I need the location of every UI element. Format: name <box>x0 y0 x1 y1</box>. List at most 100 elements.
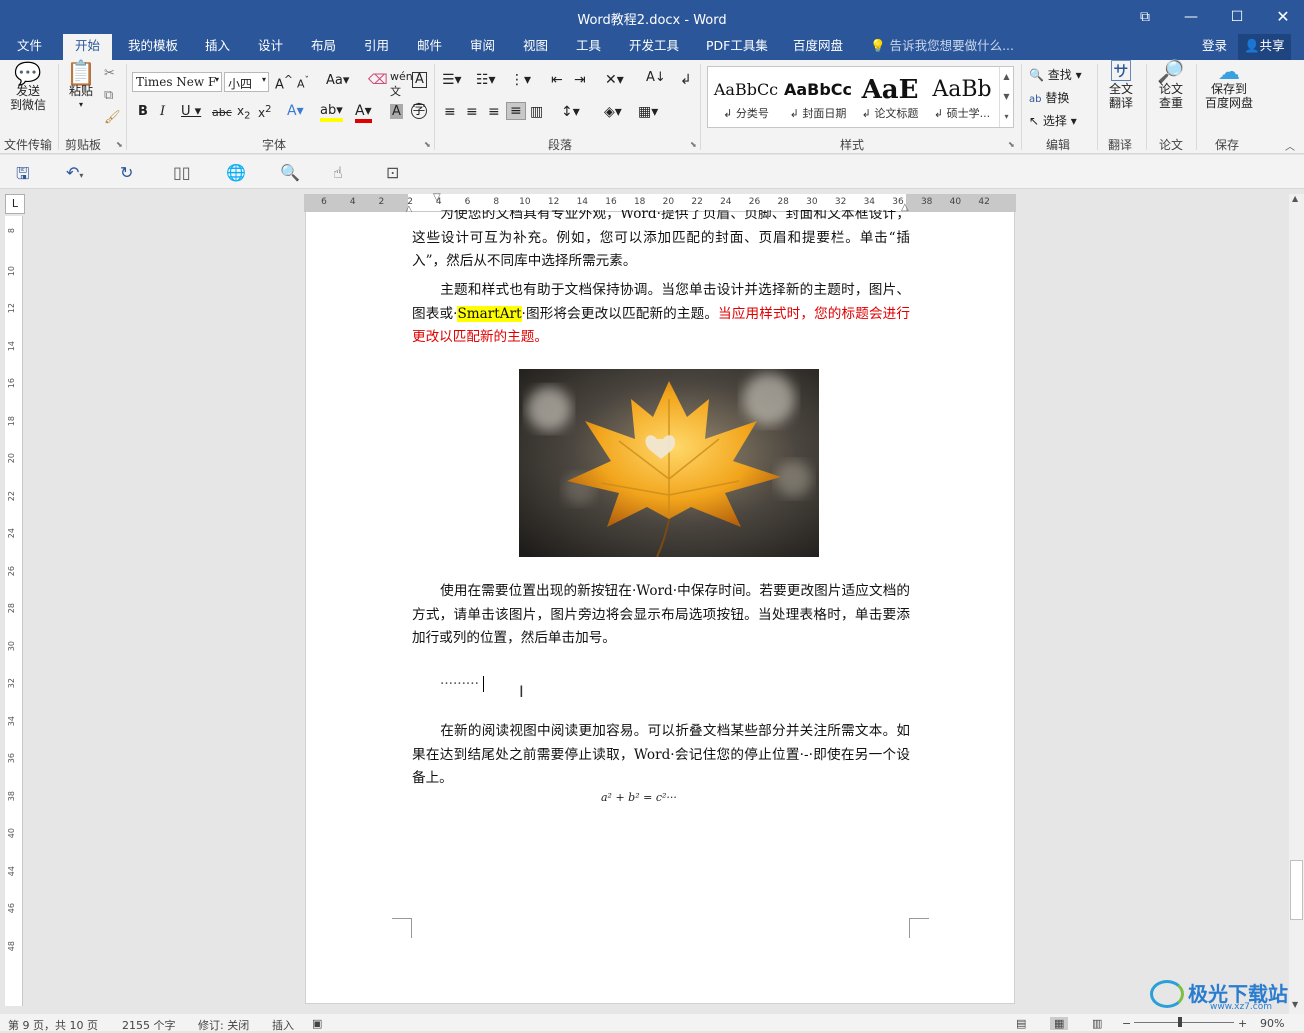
tab-view[interactable]: 视图 <box>523 34 548 60</box>
numbering-icon[interactable]: ☷▾ <box>476 72 496 88</box>
italic-icon[interactable]: I <box>160 104 165 119</box>
borders-icon[interactable]: ▦▾ <box>638 104 658 120</box>
format-painter-icon[interactable]: 🖌 <box>104 110 121 125</box>
full-translate-button[interactable]: 🈂 全文 翻译 <box>1103 62 1139 111</box>
first-line-indent-marker[interactable]: ▽ <box>433 192 441 203</box>
clear-formatting-icon[interactable]: ⌫ <box>368 72 388 88</box>
select-button[interactable]: ↖ 选择 ▾ <box>1029 112 1077 129</box>
copy-icon[interactable]: ⧉ <box>104 88 113 103</box>
paragraph-reading-view[interactable]: 在新的阅读视图中阅读更加容易。可以折叠文档某些部分并关注所需文本。如果在达到结尾… <box>412 720 910 791</box>
read-view-icon[interactable]: ▤ <box>1016 1017 1026 1030</box>
tab-review[interactable]: 审阅 <box>470 34 495 60</box>
tab-tools[interactable]: 工具 <box>576 34 601 60</box>
ribbon-display-options-icon[interactable]: ⧉ <box>1130 6 1160 28</box>
scroll-up-icon[interactable]: ▲ <box>1292 194 1298 203</box>
style-cover-date[interactable]: AaBbCc ↲ 封面日期 <box>782 73 854 127</box>
paper-check-button[interactable]: 🔎 论文 查重 <box>1153 62 1189 111</box>
dialog-launcher-icon[interactable]: ⬊ <box>690 140 697 149</box>
underline-icon[interactable]: U ▾ <box>181 104 201 119</box>
tab-selector[interactable]: L <box>5 194 25 214</box>
close-icon[interactable]: ✕ <box>1268 6 1298 28</box>
tab-mailings[interactable]: 邮件 <box>417 34 442 60</box>
collapse-ribbon-icon[interactable]: ︿ <box>1285 138 1295 153</box>
styles-scroll[interactable]: ▲ ▼ ▾ <box>999 67 1013 127</box>
print-layout-icon[interactable]: ▦ <box>1050 1017 1069 1030</box>
increase-indent-icon[interactable]: ⇥ <box>574 72 586 88</box>
replace-button[interactable]: ab 替换 <box>1029 89 1069 106</box>
justify-icon[interactable]: ≡ <box>506 102 526 120</box>
change-case-icon[interactable]: Aa▾ <box>326 73 349 88</box>
cut-icon[interactable]: ✂ <box>104 66 115 81</box>
phonetic-guide-icon[interactable]: wén 文 <box>390 70 413 99</box>
math-formula[interactable]: a² + b² = c²··· <box>601 791 677 804</box>
dialog-launcher-icon[interactable]: ⬊ <box>116 140 123 149</box>
scrollbar-thumb[interactable] <box>1290 860 1303 920</box>
multilevel-list-icon[interactable]: ⋮▾ <box>510 72 531 88</box>
tab-my-templates[interactable]: 我的模板 <box>128 34 178 60</box>
paragraph-theme[interactable]: 主题和样式也有助于文档保持协调。当您单击设计并选择新的主题时，图片、图表或·Sm… <box>412 279 910 350</box>
web-view-icon[interactable]: ▥ <box>1092 1017 1102 1030</box>
paragraph-word-button[interactable]: 使用在需要位置出现的新按钮在·Word·中保存时间。若要更改图片适应文档的方式，… <box>412 580 910 651</box>
style-paper-title[interactable]: AaE ↲ 论文标题 <box>854 73 926 127</box>
superscript-icon[interactable]: x2 <box>258 104 271 120</box>
empty-paragraph[interactable]: ········· <box>412 673 910 697</box>
zoom-slider[interactable] <box>1134 1022 1234 1023</box>
zoom-level[interactable]: 90% <box>1260 1017 1284 1030</box>
style-master[interactable]: AaBb ↲ 硕士学... <box>926 73 998 127</box>
tab-baidu-netdisk[interactable]: 百度网盘 <box>793 34 843 60</box>
macro-icon[interactable]: ▣ <box>312 1017 322 1030</box>
save-to-baidu-button[interactable]: ☁ 保存到 百度网盘 <box>1201 62 1257 111</box>
dialog-launcher-icon[interactable]: ⬊ <box>1008 140 1015 149</box>
show-marks-icon[interactable]: ↲ <box>680 72 692 88</box>
tell-me-box[interactable]: 💡 告诉我您想要做什么... <box>870 34 1014 60</box>
tab-file[interactable]: 文件 <box>17 34 42 60</box>
enclose-character-icon[interactable]: 字 <box>411 103 427 119</box>
login-button[interactable]: 登录 <box>1202 34 1227 60</box>
tab-pdf-tools[interactable]: PDF工具集 <box>706 34 768 60</box>
tab-design[interactable]: 设计 <box>258 34 283 60</box>
bullets-icon[interactable]: ☰▾ <box>442 72 462 88</box>
sort-icon[interactable]: A↓ <box>646 70 666 85</box>
undo-icon[interactable]: ↶▾ <box>66 163 83 182</box>
grow-font-icon[interactable]: A^ <box>275 73 293 92</box>
align-left-icon[interactable]: ≡ <box>444 104 456 120</box>
touch-mode-icon[interactable]: ☝ <box>333 163 343 182</box>
shrink-font-icon[interactable]: Aˇ <box>297 75 309 91</box>
strikethrough-icon[interactable]: abc <box>212 106 232 119</box>
text-effects-icon[interactable]: A▾ <box>287 103 304 119</box>
font-size-select[interactable]: 小四 ▾ <box>224 72 269 92</box>
vertical-ruler[interactable]: 8 10 12 14 16 18 20 22 24 26 28 30 32 34 36 38 40 44 46 48 <box>5 216 23 1006</box>
find-button[interactable]: 🔍 查找 ▾ <box>1029 66 1082 83</box>
tab-references[interactable]: 引用 <box>364 34 389 60</box>
redo-icon[interactable]: ↻ <box>120 163 133 182</box>
web-layout-icon[interactable]: 🌐 <box>226 163 246 182</box>
align-right-icon[interactable]: ≡ <box>488 104 500 120</box>
font-name-select[interactable]: Times New F ▾ <box>132 72 222 92</box>
bold-icon[interactable]: B <box>138 104 148 119</box>
character-border-icon[interactable]: A <box>412 72 427 88</box>
tab-insert[interactable]: 插入 <box>205 34 230 60</box>
character-shading-icon[interactable]: A <box>390 104 403 119</box>
document-page[interactable]: 为使您的文档具有专业外观，Word·提供了页眉、页脚、封面和文本框设计，这些设计… <box>305 210 1015 1004</box>
font-color-icon[interactable]: A▾ <box>355 103 372 123</box>
share-button[interactable]: 👤共享 <box>1238 34 1291 60</box>
print-preview-icon[interactable]: 🔍 <box>280 163 300 182</box>
tab-home[interactable]: 开始 <box>63 34 113 60</box>
save-icon[interactable]: 🖫 <box>16 163 30 190</box>
zoom-slider-thumb[interactable] <box>1178 1017 1182 1027</box>
zoom-in-icon[interactable]: + <box>1238 1017 1247 1030</box>
style-classification[interactable]: AaBbCc ↲ 分类号 <box>710 73 782 127</box>
send-to-wechat-button[interactable]: 💬 发送 到微信 <box>6 64 50 113</box>
read-mode-icon[interactable]: ▯▯ <box>173 163 191 182</box>
decrease-indent-icon[interactable]: ⇤ <box>551 72 563 88</box>
minimize-icon[interactable]: — <box>1176 6 1206 28</box>
distributed-icon[interactable]: ▥ <box>530 104 543 120</box>
maximize-icon[interactable]: ☐ <box>1222 6 1252 28</box>
tab-developer[interactable]: 开发工具 <box>629 34 679 60</box>
zoom-out-icon[interactable]: − <box>1122 1017 1131 1030</box>
align-center-icon[interactable]: ≡ <box>466 104 478 120</box>
paragraph-design[interactable]: 为使您的文档具有专业外观，Word·提供了页眉、页脚、封面和文本框设计，这些设计… <box>412 210 910 278</box>
vertical-scrollbar[interactable]: ▲ ▼ <box>1289 194 1304 1014</box>
subscript-icon[interactable]: x2 <box>237 104 250 121</box>
line-spacing-icon[interactable]: ↕▾ <box>561 104 580 120</box>
